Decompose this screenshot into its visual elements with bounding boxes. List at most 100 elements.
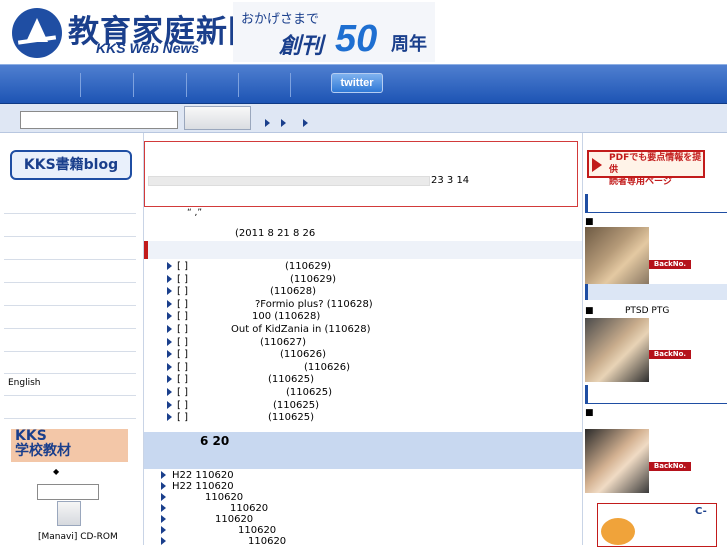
weekly-news-link[interactable]: H22 110620 [172, 470, 234, 481]
interview-section-header [585, 194, 727, 213]
anniversary-main: 創刊 [279, 34, 324, 59]
sidebar-divider [4, 351, 136, 352]
header: 教育家庭新聞 KKS Web News おかげさまで 創刊 50 周年 [0, 0, 727, 64]
bullet-icon [167, 299, 172, 308]
bullet-icon [167, 350, 172, 359]
news-item-link[interactable]: (110629) [290, 274, 336, 285]
diamond-icon: ◆ [53, 467, 60, 476]
bullet-icon [161, 537, 166, 545]
bullet-icon [167, 337, 172, 346]
nav-divider [186, 73, 187, 97]
weekly-news-link[interactable]: 110620 [215, 514, 253, 525]
nav-divider [80, 73, 81, 97]
main-content: 23 3 14 “ ,” (2011 8 21 8 26 [ ] (110629)… [144, 133, 582, 547]
bullet-icon [167, 362, 172, 371]
search-bar [0, 104, 727, 133]
news-section-header [144, 241, 582, 259]
news-item-link[interactable]: (110627) [260, 337, 306, 348]
news-item-category: [ ] [177, 298, 188, 310]
sidebar-divider [4, 236, 136, 237]
news-item-category: [ ] [177, 336, 188, 348]
mascot-icon [601, 518, 635, 545]
ptsd-ptg-title[interactable]: PTSD PTG [625, 306, 669, 316]
anniversary-number: 50 [335, 18, 378, 60]
news-item-category: [ ] [177, 273, 188, 285]
announcement-text [148, 176, 430, 186]
square-bullet: ■ [585, 306, 594, 316]
sidebar-divider [4, 395, 136, 396]
announcement-date: 23 3 14 [431, 175, 470, 186]
left-sidebar: KKS書籍blog English KKS 学校教材 ◆ [Manavi] CD-… [0, 133, 144, 545]
news-item-category: [ ] [177, 361, 188, 373]
arrow-right-icon[interactable] [303, 119, 308, 127]
bullet-icon [161, 482, 166, 490]
bullet-icon [167, 413, 172, 422]
kks-blog-button[interactable]: KKS書籍blog [10, 150, 132, 180]
anniversary-banner[interactable]: おかげさまで 創刊 50 周年 [233, 2, 435, 62]
arrow-right-icon[interactable] [265, 119, 270, 127]
backno-button[interactable]: BackNo. [649, 462, 691, 471]
logo-icon[interactable] [12, 8, 62, 58]
sidebar-search-button[interactable] [57, 501, 81, 526]
quote-text: “ ,” [187, 208, 203, 218]
news-item-category: [ ] [177, 311, 188, 323]
bullet-icon [167, 325, 172, 333]
news-item-link[interactable]: 100 (110628) [252, 311, 320, 322]
news-item-category: [ ] [177, 324, 188, 335]
column-section-header [585, 284, 727, 300]
columnist-photo[interactable] [585, 318, 649, 382]
twitter-button[interactable]: twitter [331, 73, 383, 93]
weekly-news-link[interactable]: 110620 [230, 503, 268, 514]
interview-photo[interactable] [585, 227, 649, 291]
weekly-news-link[interactable]: 110620 [248, 536, 286, 547]
bullet-icon [161, 526, 166, 534]
kks-school-materials-banner[interactable]: KKS 学校教材 [11, 429, 128, 462]
news-item-link[interactable]: (110625) [273, 400, 319, 411]
sidebar-divider [4, 213, 136, 214]
bullet-icon [167, 287, 172, 296]
news-item-category: [ ] [177, 286, 188, 298]
site-logo-subtitle[interactable]: KKS Web News [96, 40, 199, 56]
news-item-link[interactable]: (110626) [280, 349, 326, 360]
news-item-category: [ ] [177, 261, 188, 272]
weekly-section-header: 6 20 [144, 432, 582, 469]
feature-photo[interactable] [585, 429, 649, 493]
search-input[interactable] [20, 111, 178, 129]
news-item-link[interactable]: ?Formio plus? (110628) [255, 299, 373, 310]
weekly-news-link[interactable]: 110620 [238, 525, 276, 536]
announcement-box: 23 3 14 [144, 141, 578, 207]
feature-section-header [585, 385, 727, 404]
sidebar-divider [4, 418, 136, 419]
news-item-link[interactable]: (110625) [286, 387, 332, 398]
news-item-link[interactable]: (110629) [285, 261, 331, 272]
weekly-news-link[interactable]: H22 110620 [172, 481, 234, 492]
news-item-link[interactable]: (110628) [270, 286, 316, 297]
sidebar-search-input[interactable] [37, 484, 99, 500]
pdf-banner-line2: 読者専用ページ [609, 177, 672, 187]
news-item-category: [ ] [177, 349, 188, 361]
sidebar-divider [4, 282, 136, 283]
sidebar-divider [4, 259, 136, 260]
bullet-icon [167, 274, 172, 283]
pdf-reader-page-banner[interactable]: PDFでも要点情報を提供 読者専用ページ [587, 150, 705, 187]
bullet-icon [161, 504, 166, 512]
news-item-category: [ ] [177, 387, 188, 398]
search-button[interactable] [184, 106, 251, 130]
sidebar-divider [4, 328, 136, 329]
arrow-right-icon[interactable] [281, 119, 286, 127]
bullet-icon [167, 375, 172, 384]
backno-button[interactable]: BackNo. [649, 260, 691, 269]
news-item-link[interactable]: (110626) [304, 362, 350, 373]
news-item-link[interactable]: (110625) [268, 412, 314, 423]
english-link[interactable]: English [8, 378, 41, 388]
section-title: 6 20 [200, 434, 230, 448]
weekly-news-link[interactable]: 110620 [205, 492, 243, 503]
news-item-link[interactable]: (110625) [268, 374, 314, 385]
news-item-link[interactable]: Out of KidZania in (110628) [231, 324, 370, 335]
bullet-icon [167, 400, 172, 409]
right-sidebar: PDFでも要点情報を提供 読者専用ページ ■ BackNo. ■ PTSD PT… [582, 133, 727, 547]
sidebar-divider [4, 373, 136, 374]
manavi-cdrom-link[interactable]: [Manavi] CD-ROM [38, 532, 118, 542]
bullet-icon [161, 471, 166, 479]
backno-button[interactable]: BackNo. [649, 350, 691, 359]
